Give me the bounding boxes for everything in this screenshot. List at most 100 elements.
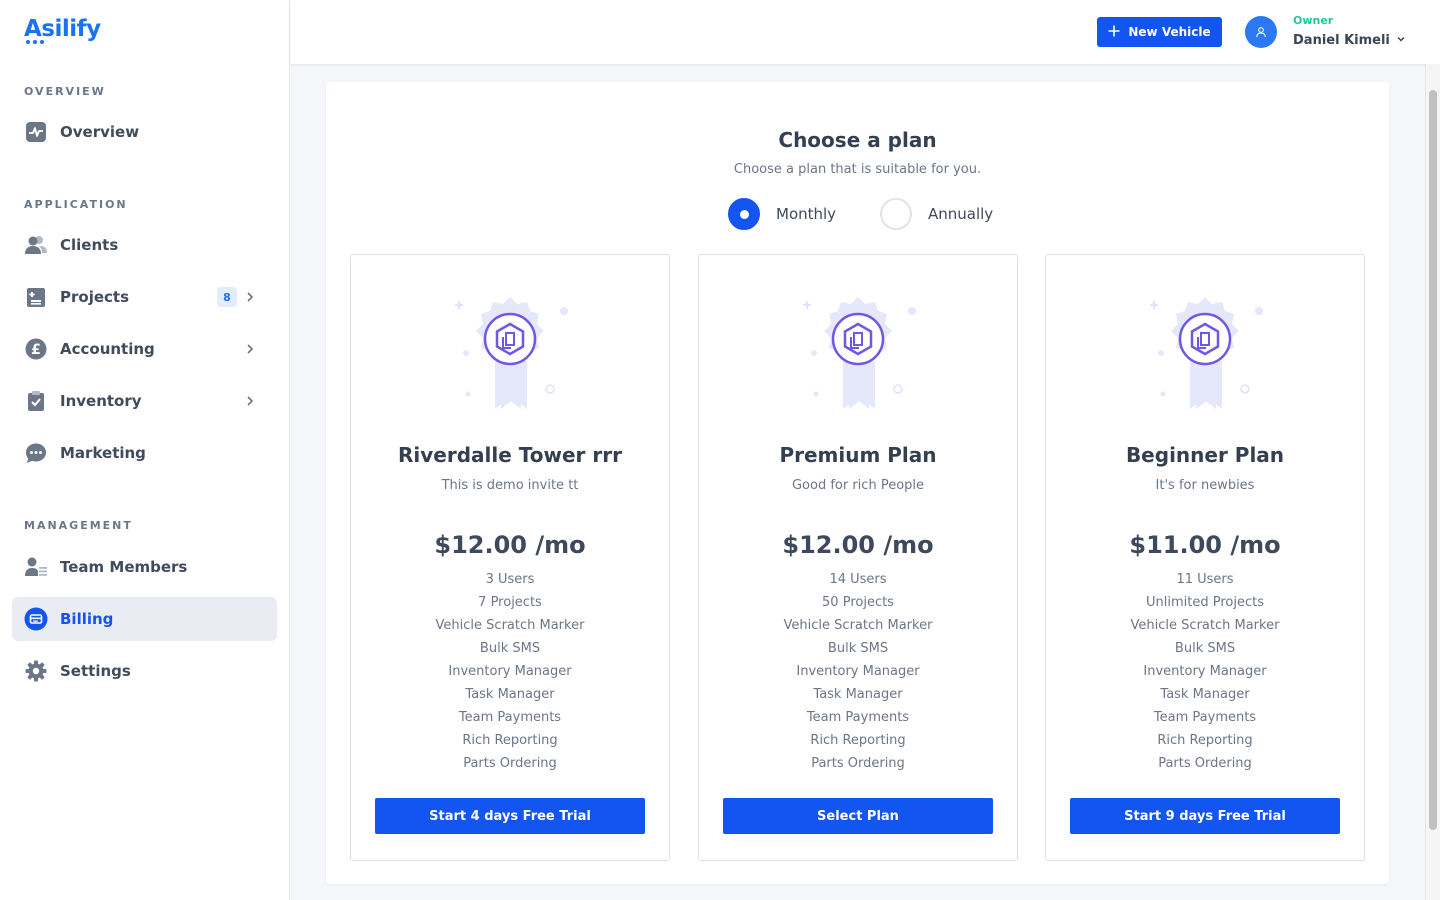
- billing-monthly-option[interactable]: Monthly: [728, 198, 836, 230]
- avatar[interactable]: [1245, 16, 1277, 48]
- chat-bubble-icon: [24, 441, 48, 465]
- sidebar-item-overview[interactable]: Overview: [12, 110, 277, 154]
- plan-feature: Vehicle Scratch Marker: [783, 618, 933, 633]
- clipboard-list-icon: [24, 285, 48, 309]
- billing-annually-option[interactable]: Annually: [880, 198, 993, 230]
- plan-price: $12.00 /mo: [434, 531, 586, 559]
- user-menu[interactable]: Daniel Kimeli: [1293, 33, 1406, 48]
- section-title-overview: OVERVIEW: [24, 85, 106, 98]
- start-trial-button[interactable]: Start 9 days Free Trial: [1070, 798, 1340, 834]
- plan-description: It's for newbies: [1155, 478, 1255, 493]
- chevron-right-icon[interactable]: [240, 391, 260, 411]
- plan-feature: Task Manager: [1160, 687, 1250, 702]
- plan-feature: Vehicle Scratch Marker: [1130, 618, 1280, 633]
- monthly-label: Monthly: [776, 205, 837, 223]
- sidebar-item-label: Projects: [60, 288, 130, 306]
- sidebar-item-label: Inventory: [60, 392, 142, 410]
- sidebar-item-label: Marketing: [60, 444, 146, 462]
- plan-feature: Team Payments: [1153, 710, 1257, 725]
- user-name: Daniel Kimeli: [1293, 33, 1390, 48]
- start-trial-button[interactable]: Start 4 days Free Trial: [375, 798, 645, 834]
- sidebar-item-marketing[interactable]: Marketing: [12, 431, 277, 475]
- plan-feature: Inventory Manager: [796, 664, 920, 679]
- sidebar-item-settings[interactable]: Settings: [12, 649, 277, 693]
- page-title: Choose a plan: [778, 128, 937, 152]
- award-badge-icon: [799, 291, 919, 411]
- top-header: New Vehicle Owner Daniel Kimeli: [290, 0, 1440, 64]
- plan-feature: Team Payments: [458, 710, 562, 725]
- plan-feature: 3 Users: [485, 572, 535, 587]
- team-list-icon: [24, 555, 48, 579]
- plan-feature: 11 Users: [1176, 572, 1234, 587]
- plan-feature: Unlimited Projects: [1146, 595, 1264, 610]
- user-role: Owner: [1293, 14, 1334, 27]
- plan-card: Premium Plan Good for rich People $12.00…: [698, 254, 1018, 861]
- sidebar-item-billing[interactable]: Billing: [12, 597, 277, 641]
- plan-card: Riverdalle Tower rrr This is demo invite…: [350, 254, 670, 861]
- plan-feature: Parts Ordering: [811, 756, 905, 771]
- plan-feature: Rich Reporting: [1157, 733, 1253, 748]
- monthly-radio[interactable]: [728, 198, 760, 230]
- billing-icon: [24, 607, 48, 631]
- plan-description: Good for rich People: [791, 478, 925, 493]
- plan-name: Premium Plan: [779, 443, 937, 467]
- sidebar-item-label: Clients: [60, 236, 119, 254]
- page-subtitle: Choose a plan that is suitable for you.: [733, 162, 982, 177]
- annually-radio[interactable]: [880, 198, 912, 230]
- app-logo[interactable]: Asilify: [24, 16, 101, 42]
- plan-feature-list: 11 Users Unlimited Projects Vehicle Scra…: [1046, 568, 1364, 775]
- plan-feature: Team Payments: [806, 710, 910, 725]
- plan-name: Beginner Plan: [1125, 443, 1285, 467]
- award-badge-icon: [451, 291, 571, 411]
- award-badge-icon: [1146, 291, 1266, 411]
- scrollbar-thumb[interactable]: [1429, 90, 1437, 830]
- plan-feature: 7 Projects: [478, 595, 542, 610]
- plan-feature-list: 14 Users 50 Projects Vehicle Scratch Mar…: [699, 568, 1017, 775]
- plan-price: $11.00 /mo: [1129, 531, 1281, 559]
- plan-feature: Vehicle Scratch Marker: [435, 618, 585, 633]
- plan-feature: Rich Reporting: [810, 733, 906, 748]
- plan-feature: Inventory Manager: [448, 664, 572, 679]
- sidebar-item-projects[interactable]: Projects 8: [12, 275, 277, 319]
- chevron-down-icon: [1396, 33, 1406, 48]
- new-vehicle-label: New Vehicle: [1128, 25, 1211, 39]
- new-vehicle-button[interactable]: New Vehicle: [1097, 17, 1222, 47]
- plan-feature: Bulk SMS: [479, 641, 541, 656]
- sidebar-item-team-members[interactable]: Team Members: [12, 545, 277, 589]
- plan-description: This is demo invite tt: [441, 478, 579, 493]
- projects-count-badge: 8: [217, 287, 237, 307]
- plan-panel: Choose a plan Choose a plan that is suit…: [326, 82, 1389, 884]
- sidebar-item-label: Settings: [60, 662, 131, 680]
- gear-icon: [24, 659, 48, 683]
- section-title-application: APPLICATION: [24, 198, 128, 211]
- sidebar-item-label: Overview: [60, 123, 140, 141]
- sidebar-item-inventory[interactable]: Inventory: [12, 379, 277, 423]
- plan-feature: Bulk SMS: [827, 641, 889, 656]
- section-title-management: MANAGEMENT: [24, 519, 133, 532]
- sidebar: Asilify OVERVIEW APPLICATION MANAGEMENT …: [0, 0, 290, 900]
- plan-feature: Parts Ordering: [1158, 756, 1252, 771]
- plan-feature: Task Manager: [465, 687, 555, 702]
- plan-feature: 14 Users: [829, 572, 887, 587]
- sidebar-item-accounting[interactable]: £ Accounting: [12, 327, 277, 371]
- pulse-icon: [24, 120, 48, 144]
- sidebar-item-clients[interactable]: Clients: [12, 223, 277, 267]
- sidebar-item-label: Team Members: [60, 558, 188, 576]
- select-plan-button[interactable]: Select Plan: [723, 798, 993, 834]
- plan-name: Riverdalle Tower rrr: [398, 443, 622, 467]
- plan-feature: Inventory Manager: [1143, 664, 1267, 679]
- chevron-right-icon[interactable]: [240, 287, 260, 307]
- svg-text:£: £: [31, 342, 41, 358]
- plan-feature-list: 3 Users 7 Projects Vehicle Scratch Marke…: [351, 568, 669, 775]
- users-icon: [24, 233, 48, 257]
- chevron-right-icon[interactable]: [240, 339, 260, 359]
- plan-feature: Bulk SMS: [1174, 641, 1236, 656]
- annually-label: Annually: [928, 205, 994, 223]
- logo-dots: [26, 40, 44, 44]
- plan-feature: Task Manager: [813, 687, 903, 702]
- plan-feature: Rich Reporting: [462, 733, 558, 748]
- pound-coin-icon: £: [24, 337, 48, 361]
- plan-card: Beginner Plan It's for newbies $11.00 /m…: [1045, 254, 1365, 861]
- clipboard-check-icon: [24, 389, 48, 413]
- plan-feature: Parts Ordering: [463, 756, 557, 771]
